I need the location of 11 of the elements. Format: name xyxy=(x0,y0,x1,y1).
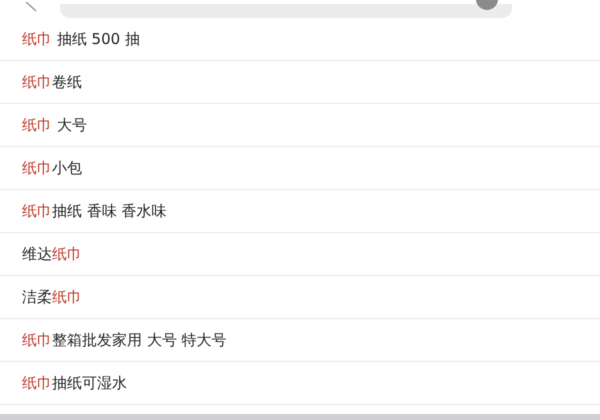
suggestion-item[interactable]: 纸巾抽纸可湿水 xyxy=(0,362,600,405)
clear-icon[interactable] xyxy=(476,0,498,10)
suggestion-item[interactable]: 洁柔纸巾 xyxy=(0,276,600,319)
suggestion-item[interactable]: 维达纸巾 xyxy=(0,233,600,276)
suggestion-item[interactable]: 纸巾 卷纸 xyxy=(0,61,600,104)
suggestion-item[interactable]: 纸巾小包 xyxy=(0,147,600,190)
suggestion-item[interactable]: 纸巾 抽纸 500 抽 xyxy=(0,18,600,61)
suggestion-item[interactable]: 纸巾抽纸 香味 香水味 xyxy=(0,190,600,233)
back-icon[interactable] xyxy=(24,2,38,12)
suggestion-item[interactable]: 纸巾 大号 xyxy=(0,104,600,147)
suggestion-item[interactable]: 纸巾 整箱批发家用 大号 特大号 xyxy=(0,319,600,362)
